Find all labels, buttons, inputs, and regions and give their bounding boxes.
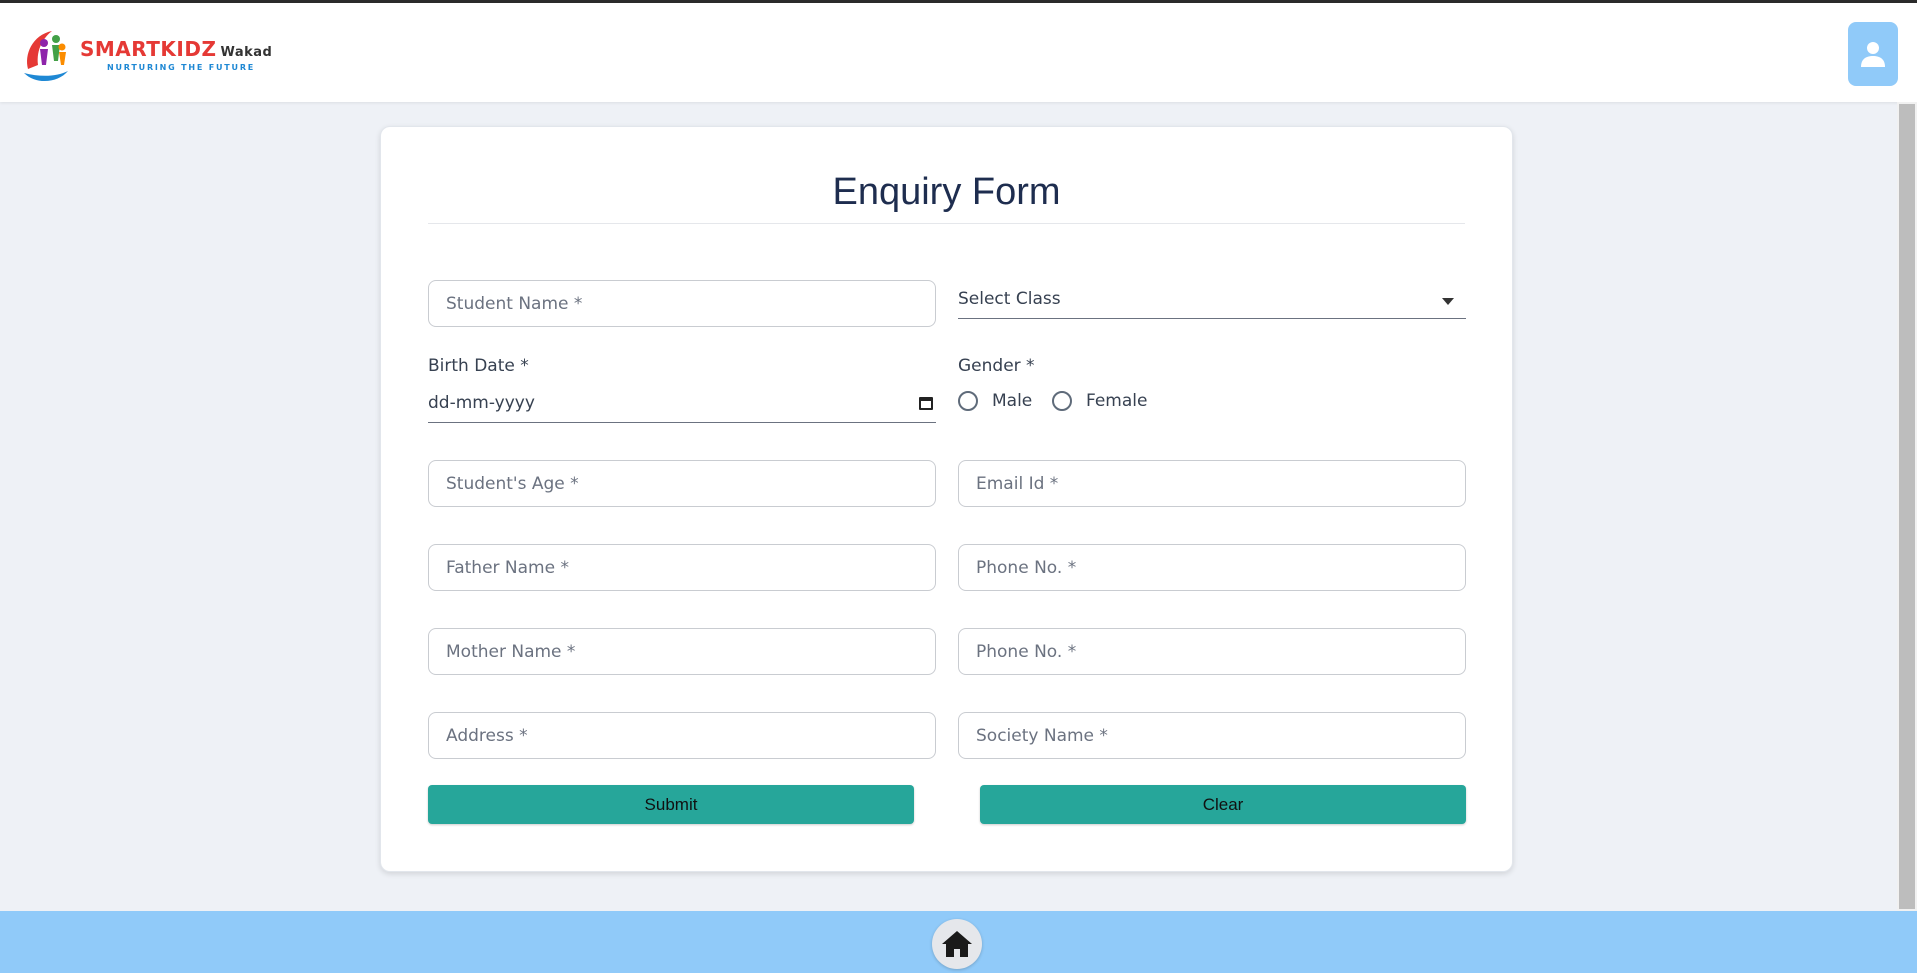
user-menu-button[interactable]	[1848, 22, 1898, 86]
mother-phone-input[interactable]	[959, 629, 1465, 674]
smartkidz-logo[interactable]: SMARTKIDZ Wakad NURTURING THE FUTURE	[22, 25, 272, 83]
student-age-input[interactable]	[429, 461, 935, 506]
email-input[interactable]	[959, 461, 1465, 506]
mother-phone-field[interactable]	[958, 628, 1466, 675]
logo-wordmark: SMARTKIDZ Wakad	[80, 37, 272, 61]
select-class-dropdown[interactable]: Select Class	[958, 277, 1466, 319]
logo-emblem-icon	[24, 31, 68, 82]
logo-brand: SMARTKIDZ	[80, 37, 217, 61]
birth-date-label: Birth Date *	[428, 356, 529, 376]
dropdown-caret-icon	[1442, 298, 1454, 305]
radio-circle-icon[interactable]	[958, 391, 978, 411]
student-age-field[interactable]	[428, 460, 936, 507]
app-header: SMARTKIDZ Wakad NURTURING THE FUTURE	[0, 3, 1917, 102]
select-class-value: Select Class	[958, 289, 1061, 309]
father-phone-field[interactable]	[958, 544, 1466, 591]
logo-tagline: NURTURING THE FUTURE	[107, 63, 256, 72]
radio-circle-icon[interactable]	[1052, 391, 1072, 411]
form-title: Enquiry Form	[832, 171, 1061, 213]
scrollbar-thumb[interactable]	[1899, 104, 1915, 909]
clear-button[interactable]: Clear	[980, 785, 1466, 824]
address-input[interactable]	[429, 713, 935, 758]
student-name-input[interactable]	[429, 281, 935, 326]
father-name-field[interactable]	[428, 544, 936, 591]
society-name-input[interactable]	[959, 713, 1465, 758]
submit-button[interactable]: Submit	[428, 785, 914, 824]
enquiry-form-card: Enquiry Form Select Class Birth Date * d…	[380, 126, 1513, 872]
calendar-icon[interactable]	[919, 397, 933, 410]
gender-label: Gender *	[958, 356, 1035, 376]
mother-name-field[interactable]	[428, 628, 936, 675]
gender-female-radio[interactable]: Female	[1052, 391, 1147, 411]
birth-date-value: dd-mm-yyyy	[428, 393, 535, 413]
gender-male-radio[interactable]: Male	[958, 391, 1032, 411]
gender-female-label: Female	[1086, 391, 1148, 411]
gender-male-label: Male	[992, 391, 1033, 411]
mother-name-input[interactable]	[429, 629, 935, 674]
address-field[interactable]	[428, 712, 936, 759]
birth-date-input[interactable]: dd-mm-yyyy	[428, 381, 936, 423]
title-divider	[428, 223, 1465, 224]
society-name-field[interactable]	[958, 712, 1466, 759]
user-icon	[1861, 42, 1885, 67]
father-phone-input[interactable]	[959, 545, 1465, 590]
email-field[interactable]	[958, 460, 1466, 507]
home-icon	[942, 931, 972, 957]
student-name-field[interactable]	[428, 280, 936, 327]
father-name-input[interactable]	[429, 545, 935, 590]
logo-location: Wakad	[220, 45, 273, 60]
home-button[interactable]	[932, 919, 982, 969]
